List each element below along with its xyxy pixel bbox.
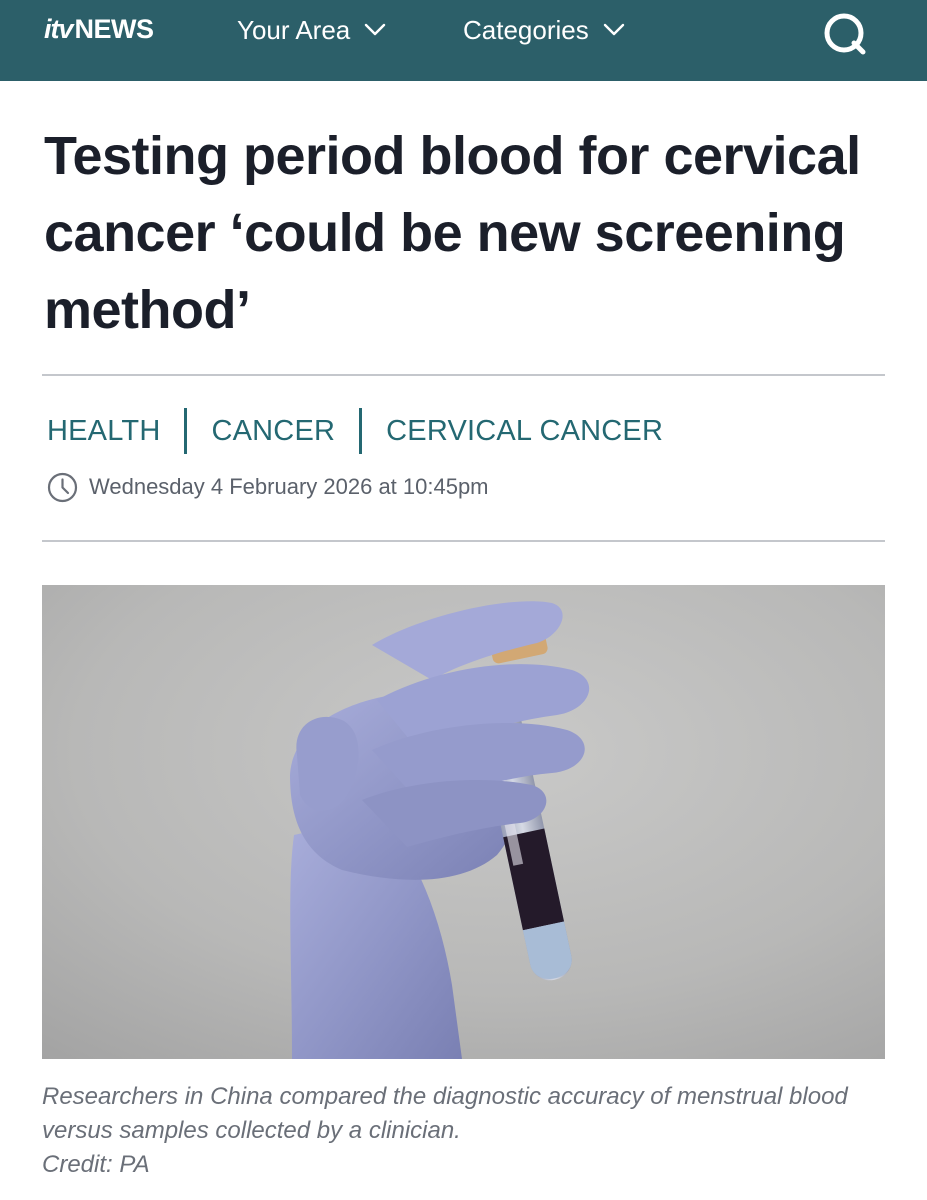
search-button[interactable] [820, 9, 870, 59]
nav-categories-label: Categories [463, 15, 589, 45]
article-headline: Testing period blood for cervical cancer… [44, 126, 861, 340]
logo-itv: itv [44, 14, 73, 44]
image-caption: Researchers in China compared the diagno… [42, 1080, 902, 1182]
article-tags: HEALTH CANCER CERVICAL CANCER [47, 408, 663, 454]
caption-text: Researchers in China compared the diagno… [42, 1083, 848, 1144]
chevron-down-icon [365, 23, 386, 36]
caption-credit: Credit: PA [42, 1151, 150, 1178]
gloved-hand-test-tube-photo [42, 585, 885, 1059]
chevron-down-icon [603, 23, 624, 36]
nav-categories[interactable]: Categories [463, 14, 625, 46]
tag-separator [184, 408, 188, 454]
logo-news: NEWS [74, 14, 155, 44]
tag-cancer[interactable]: CANCER [211, 408, 335, 454]
divider [42, 540, 885, 542]
tag-cervical-cancer[interactable]: CERVICAL CANCER [386, 408, 663, 454]
clock-icon [47, 472, 78, 502]
search-icon [824, 13, 866, 55]
site-header: itvNEWS Your Area Categories [0, 0, 927, 81]
tag-health[interactable]: HEALTH [47, 408, 160, 454]
tag-separator [359, 408, 363, 454]
article-hero-image [42, 585, 885, 1059]
divider [42, 374, 885, 376]
nav-your-area-label: Your Area [237, 15, 351, 45]
itv-news-logo[interactable]: itvNEWS [44, 13, 154, 45]
publish-date-text: Wednesday 4 February 2026 at 10:45pm [89, 474, 489, 499]
publish-date: Wednesday 4 February 2026 at 10:45pm [47, 470, 489, 504]
nav-your-area[interactable]: Your Area [237, 14, 386, 46]
